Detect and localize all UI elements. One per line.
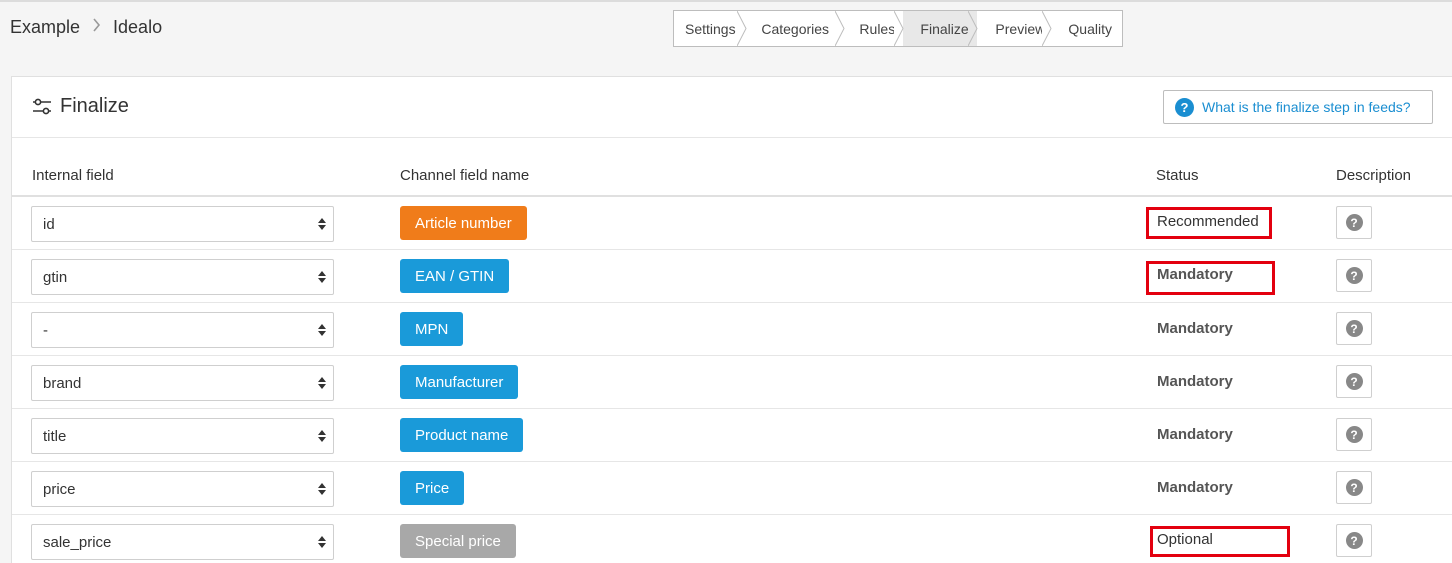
step-label: Settings [685, 20, 736, 37]
column-header-description: Description [1336, 167, 1412, 184]
description-button[interactable]: ? [1336, 259, 1372, 292]
question-circle-icon: ? [1345, 320, 1363, 337]
breadcrumb-item-example[interactable]: Example [10, 17, 80, 38]
internal-field-select[interactable]: sale_price [31, 524, 334, 560]
top-bar: Example Idealo Settings Categories Rules… [0, 2, 1452, 56]
internal-field-select[interactable]: id [31, 206, 334, 242]
table-row: sale_price Special price Optional ? [12, 515, 1452, 563]
sort-arrows-icon [318, 483, 326, 495]
column-header-internal: Internal field [32, 167, 114, 184]
finalize-help-button[interactable]: ? What is the finalize step in feeds? [1163, 90, 1433, 124]
card-header: Finalize ? What is the finalize step in … [12, 77, 1452, 138]
select-value: brand [43, 374, 82, 392]
select-value: title [43, 427, 67, 445]
table-row: title Product name Mandatory ? [12, 409, 1452, 462]
question-circle-icon: ? [1345, 267, 1363, 284]
step-preview[interactable]: Preview [977, 11, 1052, 46]
internal-field-select[interactable]: price [31, 471, 334, 507]
step-quality[interactable]: Quality [1051, 11, 1122, 46]
status-text: Mandatory [1157, 373, 1233, 390]
status-text: Mandatory [1157, 320, 1233, 337]
sort-arrows-icon [318, 218, 326, 230]
table-row: brand Manufacturer Mandatory ? [12, 356, 1452, 409]
sort-arrows-icon [318, 324, 326, 336]
step-divider [1042, 11, 1052, 46]
step-divider [835, 11, 845, 46]
internal-field-select[interactable]: - [31, 312, 334, 348]
card-title-text: Finalize [60, 95, 129, 117]
channel-field-chip: MPN [400, 312, 464, 346]
step-label: Rules [859, 20, 896, 37]
status-text: Mandatory [1157, 426, 1233, 443]
step-divider [737, 11, 747, 46]
sort-arrows-icon [318, 271, 326, 283]
channel-field-chip: Article number [400, 206, 527, 240]
description-button[interactable]: ? [1336, 471, 1372, 504]
step-label: Finalize [920, 20, 969, 37]
table-row: price Price Mandatory ? [12, 462, 1452, 515]
table-row: gtin EAN / GTIN Mandatory ? [12, 250, 1452, 303]
step-divider [894, 11, 904, 46]
status-text: Mandatory [1157, 266, 1233, 283]
column-header-channel: Channel field name [400, 167, 530, 184]
question-circle-icon: ? [1345, 373, 1363, 390]
question-circle-icon: ? [1345, 426, 1363, 443]
select-value: sale_price [43, 533, 112, 551]
sort-arrows-icon [318, 536, 326, 548]
table-row: id Article number Recommended ? [12, 197, 1452, 250]
channel-field-chip: Special price [400, 524, 516, 558]
status-text: Mandatory [1157, 479, 1233, 496]
sort-arrows-icon [318, 377, 326, 389]
description-button[interactable]: ? [1336, 524, 1372, 557]
description-button[interactable]: ? [1336, 206, 1372, 239]
step-label: Preview [995, 20, 1046, 37]
channel-field-chip: EAN / GTIN [400, 259, 510, 293]
status-text: Recommended [1157, 213, 1259, 230]
step-divider [968, 11, 978, 46]
help-label: What is the finalize step in feeds? [1202, 99, 1411, 115]
question-circle-icon: ? [1345, 214, 1363, 231]
step-categories[interactable]: Categories [746, 11, 845, 46]
channel-field-chip: Product name [400, 418, 524, 452]
select-value: - [43, 321, 48, 339]
internal-field-select[interactable]: title [31, 418, 334, 454]
channel-field-chip: Manufacturer [400, 365, 519, 399]
chevron-right-icon [92, 18, 101, 37]
internal-field-select[interactable]: brand [31, 365, 334, 401]
status-text: Optional [1157, 531, 1213, 548]
description-button[interactable]: ? [1336, 365, 1372, 398]
step-label: Categories [761, 20, 830, 37]
select-value: price [43, 480, 76, 498]
breadcrumb-item-idealo: Idealo [113, 17, 163, 37]
description-button[interactable]: ? [1336, 312, 1372, 345]
breadcrumb: Example Idealo [10, 17, 162, 38]
table-row: - MPN Mandatory ? [12, 303, 1452, 356]
internal-field-select[interactable]: gtin [31, 259, 334, 295]
step-navigation: Settings Categories Rules Finalize Previ… [673, 10, 1123, 47]
step-settings[interactable]: Settings [674, 11, 747, 46]
sort-arrows-icon [318, 430, 326, 442]
question-circle-icon: ? [1345, 479, 1363, 496]
page-title: Finalize [32, 95, 129, 118]
sliders-icon [33, 98, 51, 114]
description-button[interactable]: ? [1336, 418, 1372, 451]
column-header-status: Status [1156, 167, 1199, 184]
finalize-card: Finalize ? What is the finalize step in … [11, 76, 1452, 563]
step-finalize[interactable]: Finalize [903, 11, 978, 46]
question-circle-icon: ? [1175, 97, 1194, 117]
channel-field-chip: Price [400, 471, 465, 505]
question-circle-icon: ? [1345, 532, 1363, 549]
step-label: Quality [1068, 20, 1112, 37]
select-value: id [43, 215, 55, 233]
select-value: gtin [43, 268, 68, 286]
